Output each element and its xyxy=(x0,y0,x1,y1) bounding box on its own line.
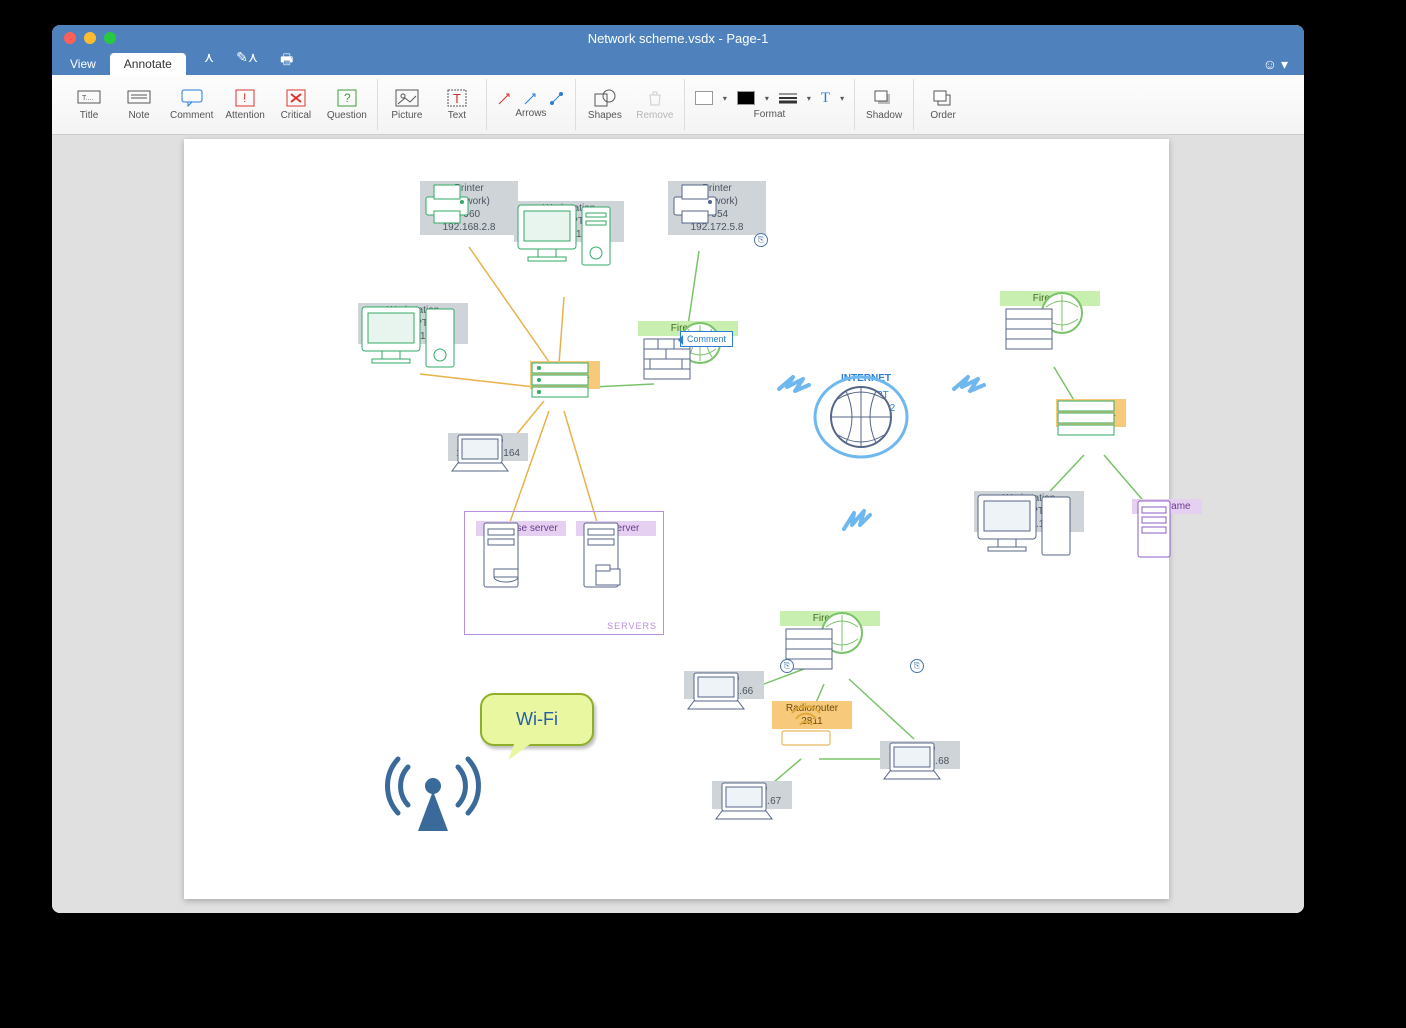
node-switch-2[interactable]: Switch22960-24TT xyxy=(1056,397,1126,427)
link-badge-icon[interactable]: ⎘ xyxy=(780,659,794,673)
shapes-tool-button[interactable]: Shapes xyxy=(586,88,624,121)
minimize-window-button[interactable] xyxy=(84,32,96,44)
printer-icon xyxy=(420,179,474,227)
node-workstation-1[interactable]: WorkstationPC-PT192.168.1.172 xyxy=(514,199,624,242)
globe-icon xyxy=(806,369,916,469)
node-firewall-3[interactable]: Firewall xyxy=(780,609,880,626)
secondary-tool-icons: ⋏ ✎⋏ 🖶 xyxy=(186,47,293,75)
svg-text:!: ! xyxy=(243,91,246,105)
tab-bar: View Annotate ⋏ ✎⋏ 🖶 ☺ ▾ xyxy=(52,51,1304,75)
annotation-toolbar: T....Title Note Comment !Attention Criti… xyxy=(52,75,1304,135)
node-database-server[interactable]: Database server xyxy=(476,519,566,536)
server-icon xyxy=(576,519,626,591)
router-icon xyxy=(772,699,840,749)
link-badge-icon[interactable]: ⎘ xyxy=(910,659,924,673)
line-style-icon xyxy=(779,92,797,104)
order-tool-button[interactable]: Order xyxy=(924,88,962,121)
node-mainframe[interactable]: Mainframe xyxy=(1132,497,1202,514)
text-tool-button[interactable]: TText xyxy=(438,88,476,121)
print-icon[interactable]: 🖶 xyxy=(280,49,293,73)
link-badge-icon[interactable]: ⎘ xyxy=(754,233,768,247)
firewall-icon xyxy=(1000,289,1090,355)
node-firewall-2[interactable]: Firewall xyxy=(1000,289,1100,306)
picture-tool-button[interactable]: Picture xyxy=(388,88,426,121)
svg-text:?: ? xyxy=(344,91,351,105)
node-file-server[interactable]: File server xyxy=(576,519,656,536)
svg-text:T: T xyxy=(453,91,461,106)
workstation-icon xyxy=(514,199,614,277)
question-tool-button[interactable]: ?Question xyxy=(327,88,367,121)
server-icon xyxy=(476,519,526,591)
format-tool-group[interactable]: ▾ ▾ ▾ T▾ Format xyxy=(695,90,844,120)
close-window-button[interactable] xyxy=(64,32,76,44)
node-printer-1[interactable]: Printer(network)7960192.168.2.8 xyxy=(420,179,518,235)
sign-icon[interactable]: ✎⋏ xyxy=(236,49,258,73)
text-style-icon: T xyxy=(821,90,830,107)
mainframe-icon xyxy=(1132,497,1176,561)
printer-icon xyxy=(668,179,722,227)
tab-annotate[interactable]: Annotate xyxy=(110,53,186,75)
feedback-icon[interactable]: ☺ ▾ xyxy=(1263,56,1288,75)
switch-icon xyxy=(530,359,590,403)
laptop-icon xyxy=(880,739,944,783)
stroke-swatch xyxy=(737,91,755,105)
app-window: Network scheme.vsdx - Page-1 View Annota… xyxy=(52,25,1304,913)
wifi-callout[interactable]: Wi-Fi xyxy=(480,693,594,746)
acrobat-icon[interactable]: ⋏ xyxy=(204,49,214,73)
comment-tool-button[interactable]: Comment xyxy=(170,88,213,121)
critical-tool-button[interactable]: Critical xyxy=(277,88,315,121)
switch-icon xyxy=(1056,397,1116,441)
node-laptop-3[interactable]: Laptop192.168.1.67 xyxy=(712,779,792,809)
node-laptop-4[interactable]: Laptop192.168.1.68 xyxy=(880,739,960,769)
laptop-icon xyxy=(712,779,776,823)
node-workstation-2[interactable]: WorkstationPC-PT192.168.1.163 xyxy=(358,301,468,344)
title-tool-button[interactable]: T....Title xyxy=(70,88,108,121)
comment-annotation[interactable]: Comment xyxy=(680,331,733,347)
laptop-icon xyxy=(684,669,748,713)
zoom-window-button[interactable] xyxy=(104,32,116,44)
node-radiorouter[interactable]: Radiorouter2811 xyxy=(772,699,852,729)
canvas-area[interactable]: Printer(network)7960192.168.2.8 Printer(… xyxy=(52,135,1304,913)
workstation-icon xyxy=(358,301,458,379)
titlebar: Network scheme.vsdx - Page-1 xyxy=(52,25,1304,51)
node-switch-1[interactable]: Switch12960-24TT xyxy=(530,359,600,389)
node-laptop-2[interactable]: Laptop192.168.1.66 xyxy=(684,669,764,699)
fill-swatch xyxy=(695,91,713,105)
remove-tool-button: Remove xyxy=(636,88,674,121)
node-laptop-1[interactable]: Laptop192.168.1.164 xyxy=(448,431,528,461)
diagram-page[interactable]: Printer(network)7960192.168.2.8 Printer(… xyxy=(184,139,1169,899)
node-internet[interactable]: INTERNET Server-PT172.17.197.2 xyxy=(806,369,926,416)
servers-group-label: SERVERS xyxy=(607,621,657,631)
window-title: Network scheme.vsdx - Page-1 xyxy=(588,31,769,46)
arrows-tool-button[interactable]: Arrows xyxy=(497,90,565,119)
firewall-icon xyxy=(638,319,728,385)
window-controls xyxy=(52,32,116,44)
node-workstation-3[interactable]: WorkstationPC-PT192.168.1.35 xyxy=(974,489,1084,532)
tab-view[interactable]: View xyxy=(56,53,110,75)
shadow-tool-button[interactable]: Shadow xyxy=(865,88,903,121)
workstation-icon xyxy=(974,489,1074,567)
laptop-icon xyxy=(448,431,512,475)
attention-tool-button[interactable]: !Attention xyxy=(225,88,264,121)
svg-text:T....: T.... xyxy=(82,95,93,102)
node-printer-2[interactable]: Printer(network)7954192.172.5.8 xyxy=(668,179,766,235)
note-tool-button[interactable]: Note xyxy=(120,88,158,121)
